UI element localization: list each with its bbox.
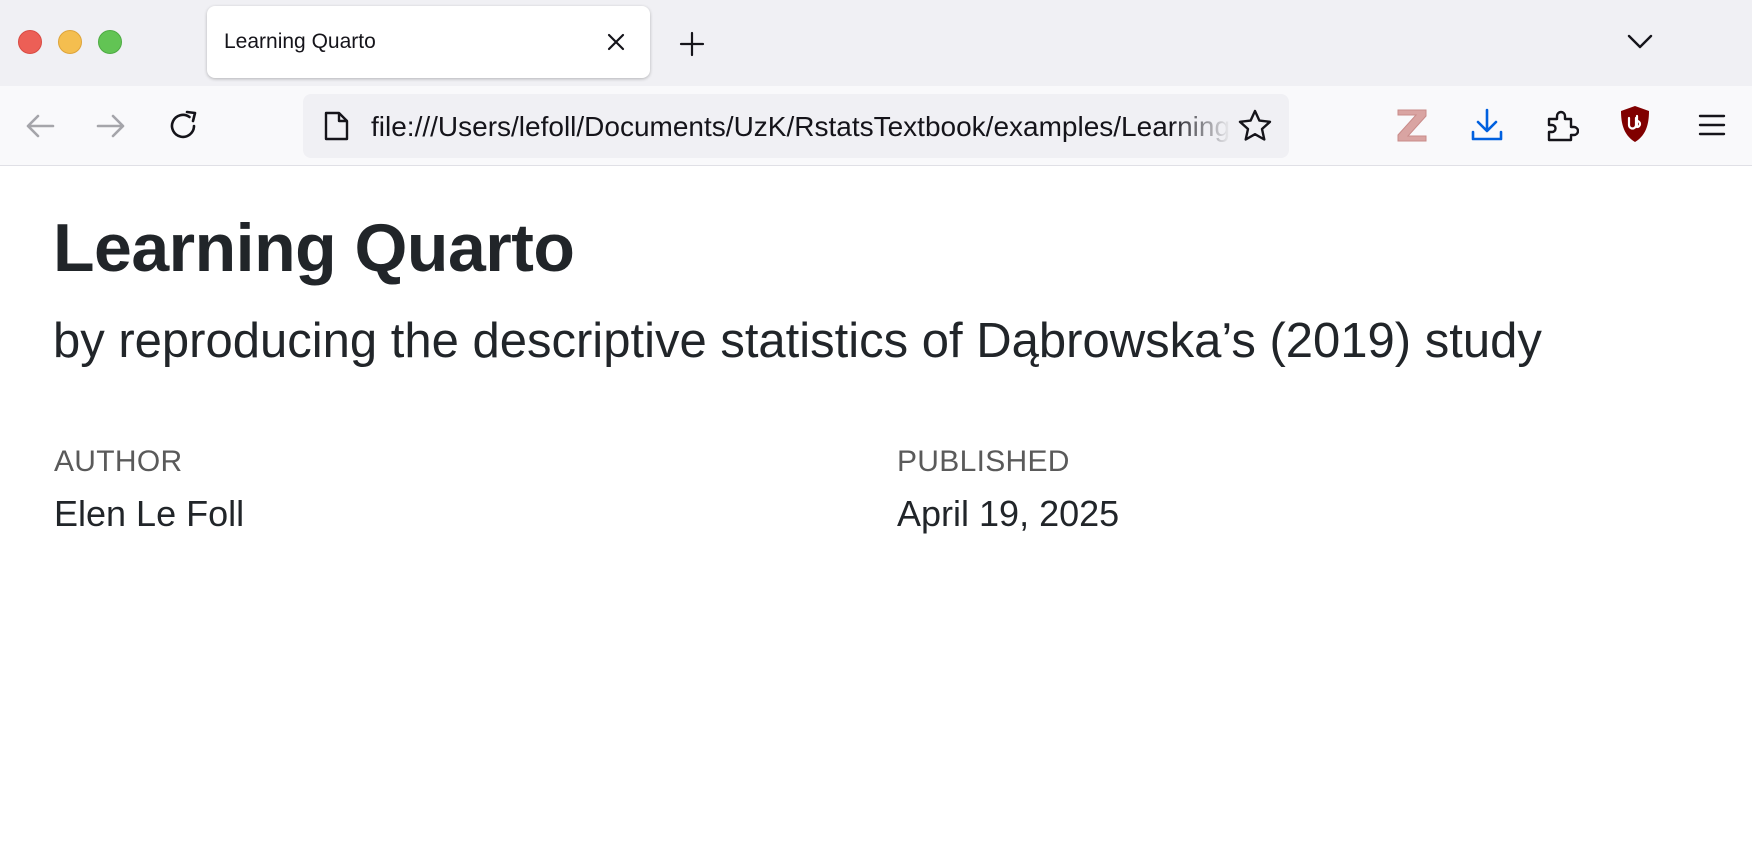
url-bar[interactable]: file:///Users/lefoll/Documents/UzK/Rstat… xyxy=(303,94,1289,158)
navigation-toolbar: file:///Users/lefoll/Documents/UzK/Rstat… xyxy=(0,86,1752,166)
published-date: April 19, 2025 xyxy=(897,493,1120,534)
active-tab[interactable]: Learning Quarto xyxy=(207,6,650,78)
window-maximize-button[interactable] xyxy=(98,30,122,54)
published-heading: PUBLISHED xyxy=(897,445,1070,478)
tab-strip: Learning Quarto xyxy=(0,0,1752,86)
chevron-down-icon[interactable] xyxy=(1626,30,1654,52)
forward-arrow-icon[interactable] xyxy=(94,109,128,143)
ublock-shield-icon[interactable] xyxy=(1618,104,1652,144)
bookmark-star-icon[interactable] xyxy=(1237,108,1273,144)
author-heading: AUTHOR xyxy=(54,445,183,478)
page-content: Learning Quarto by reproducing the descr… xyxy=(0,167,1752,852)
page-title: Learning Quarto xyxy=(53,210,575,286)
page-subtitle: by reproducing the descriptive statistic… xyxy=(53,314,1542,368)
tab-title: Learning Quarto xyxy=(224,30,376,53)
plus-icon[interactable] xyxy=(678,30,706,58)
extensions-icon[interactable] xyxy=(1543,107,1579,143)
menu-icon[interactable] xyxy=(1695,108,1729,142)
url-text[interactable]: file:///Users/lefoll/Documents/UzK/Rstat… xyxy=(371,111,1231,143)
back-arrow-icon[interactable] xyxy=(23,109,57,143)
window-minimize-button[interactable] xyxy=(58,30,82,54)
author-name: Elen Le Foll xyxy=(54,493,245,534)
window-close-button[interactable] xyxy=(18,30,42,54)
zotero-icon[interactable] xyxy=(1393,105,1431,145)
page-icon xyxy=(324,111,349,141)
download-icon[interactable] xyxy=(1469,107,1505,143)
close-icon[interactable] xyxy=(604,30,628,54)
reload-icon[interactable] xyxy=(167,109,201,143)
